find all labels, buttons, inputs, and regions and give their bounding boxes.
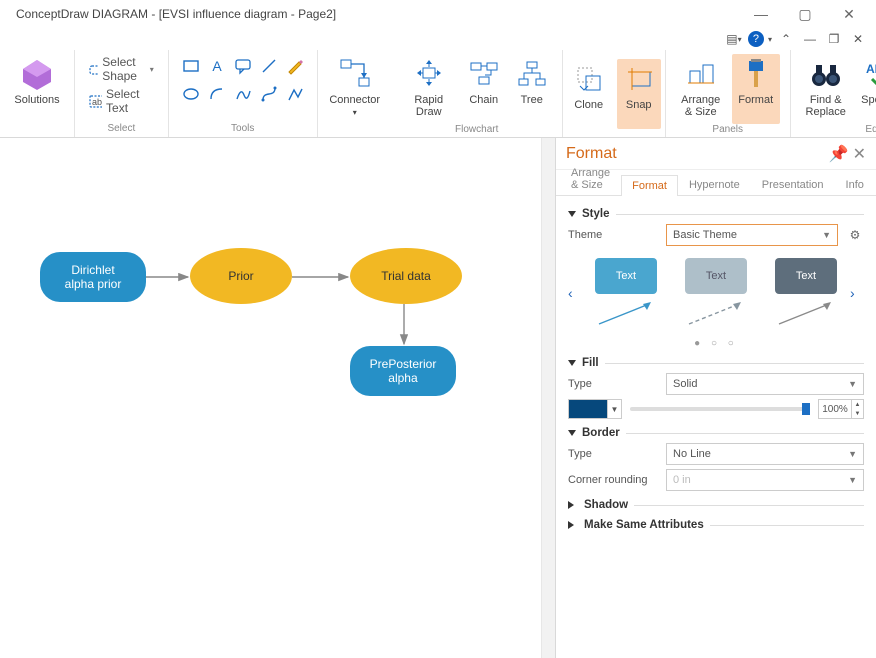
style-prev[interactable]: ‹ (568, 285, 582, 299)
theme-select[interactable]: Basic Theme▼ (666, 224, 838, 246)
spelling-icon: ABC (863, 56, 876, 92)
solutions-button[interactable]: Solutions (10, 54, 64, 124)
bezier-tool[interactable] (257, 82, 281, 106)
rapid-draw-button[interactable]: Rapid Draw (402, 54, 456, 124)
tree-icon (514, 56, 550, 92)
panel-tabs: Arrange & Size Format Hypernote Presenta… (556, 170, 876, 196)
style-swatch-3[interactable]: Text (775, 258, 837, 294)
clone-button[interactable]: Clone (567, 59, 611, 129)
style-section-toggle[interactable]: Style (568, 208, 864, 220)
pin-icon[interactable]: 📌 (829, 144, 849, 164)
fill-opacity-input[interactable]: 100%▲▼ (818, 399, 864, 419)
arrange-size-button[interactable]: Arrange & Size (676, 54, 726, 124)
snap-button[interactable]: Snap (617, 59, 661, 129)
connectors (0, 138, 540, 438)
fill-section-toggle[interactable]: Fill (568, 357, 864, 369)
style-swatch-1[interactable]: Text (595, 258, 657, 294)
callout-tool[interactable] (231, 54, 255, 78)
style-swatch-2[interactable]: Text (685, 258, 747, 294)
text-tool[interactable]: A (205, 54, 229, 78)
workspace: Dirichlet alpha prior Prior Trial data P… (0, 138, 876, 658)
minimize-button[interactable]: — (740, 2, 782, 26)
format-button[interactable]: Format (732, 54, 780, 124)
svg-text:ab: ab (92, 97, 102, 107)
panel-title: Format (566, 145, 617, 163)
select-shape-icon (89, 61, 98, 77)
rectangle-tool[interactable] (179, 54, 203, 78)
tab-presentation[interactable]: Presentation (751, 174, 835, 195)
panel-close-icon[interactable]: ✕ (853, 144, 866, 164)
select-text-icon: ab (89, 93, 102, 109)
fill-type-select[interactable]: Solid▼ (666, 373, 864, 395)
arc-tool[interactable] (205, 82, 229, 106)
connector-icon (337, 56, 373, 92)
polyline-tool[interactable] (283, 82, 307, 106)
line-tool[interactable] (257, 54, 281, 78)
corner-rounding-select[interactable]: 0 in▼ (666, 469, 864, 491)
snap-icon (621, 61, 657, 97)
canvas-scrollbar[interactable] (541, 138, 555, 658)
binoculars-icon (808, 56, 844, 92)
rapid-draw-icon (411, 56, 447, 92)
format-icon (738, 56, 774, 92)
chain-icon (466, 56, 502, 92)
pencil-tool[interactable] (283, 54, 307, 78)
arrow-style-3[interactable] (775, 298, 837, 328)
border-type-select[interactable]: No Line▼ (666, 443, 864, 465)
spelling-button[interactable]: ABC Spelling (857, 54, 876, 124)
doc-close-icon[interactable]: ✕ (848, 29, 868, 49)
doc-minimize-icon[interactable]: — (800, 29, 820, 49)
arrow-style-1[interactable] (595, 298, 657, 328)
fill-opacity-slider[interactable] (630, 407, 810, 411)
theme-settings-icon[interactable]: ⚙ (846, 226, 864, 244)
window-titlebar: ConceptDraw DIAGRAM - [EVSI influence di… (0, 0, 876, 28)
maximize-button[interactable]: ▢ (784, 2, 826, 26)
arrange-icon (683, 56, 719, 92)
clone-icon (571, 61, 607, 97)
find-replace-button[interactable]: Find & Replace (801, 54, 851, 124)
tree-button[interactable]: Tree (512, 54, 552, 124)
close-button[interactable]: ✕ (828, 2, 870, 26)
select-text-button[interactable]: ab Select Text (85, 86, 158, 116)
style-next[interactable]: › (850, 285, 864, 299)
tab-format[interactable]: Format (621, 175, 678, 196)
tab-arrange[interactable]: Arrange & Size (560, 162, 621, 195)
arrow-style-2[interactable] (685, 298, 747, 328)
chain-button[interactable]: Chain (462, 54, 506, 124)
tab-info[interactable]: Info (835, 174, 875, 195)
make-same-section-toggle[interactable]: Make Same Attributes (568, 519, 864, 531)
style-pager[interactable]: ● ○ ○ (568, 338, 864, 349)
select-shape-button[interactable]: Select Shape ▾ (85, 54, 158, 84)
window-title: ConceptDraw DIAGRAM - [EVSI influence di… (6, 7, 336, 21)
svg-text:ABC: ABC (866, 62, 876, 76)
solutions-icon (19, 56, 55, 92)
doc-icon[interactable]: ▤▾ (724, 29, 744, 49)
collapse-ribbon-icon[interactable]: ⌃ (776, 29, 796, 49)
fill-color-picker[interactable]: ▼ (568, 399, 622, 419)
shadow-section-toggle[interactable]: Shadow (568, 499, 864, 511)
ellipse-tool[interactable] (179, 82, 203, 106)
doc-restore-icon[interactable]: ❐ (824, 29, 844, 49)
format-panel: Format 📌 ✕ Arrange & Size Format Hyperno… (556, 138, 876, 658)
border-section-toggle[interactable]: Border (568, 427, 864, 439)
doc-controls: ▤▾ ?▾ ⌃ — ❐ ✕ (0, 28, 876, 50)
canvas[interactable]: Dirichlet alpha prior Prior Trial data P… (0, 138, 556, 658)
svg-text:A: A (212, 58, 222, 74)
help-icon[interactable]: ? (748, 31, 764, 47)
tab-hypernote[interactable]: Hypernote (678, 174, 751, 195)
chevron-down-icon: ▾ (150, 65, 154, 74)
spline-tool[interactable] (231, 82, 255, 106)
connector-button[interactable]: Connector ▾ (328, 54, 382, 124)
ribbon: Solutions Select Shape ▾ ab Select Text … (0, 50, 876, 138)
